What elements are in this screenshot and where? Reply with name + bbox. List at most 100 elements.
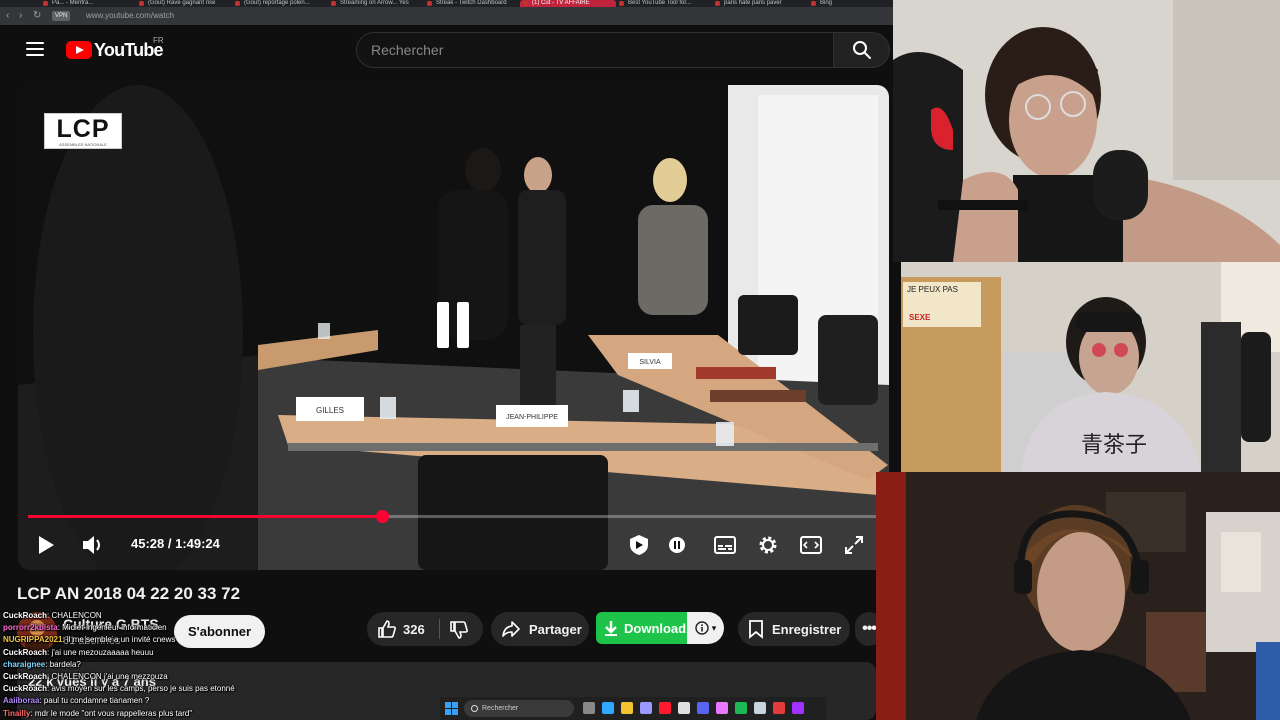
obs-icon[interactable] xyxy=(678,702,690,714)
address-bar: ‹ › ↻ VPN www.youtube.com/watch xyxy=(0,7,893,25)
autoplay-pause-icon xyxy=(669,537,685,553)
name-card-silvia: SILVIA xyxy=(639,359,661,366)
vpn-badge[interactable]: VPN xyxy=(52,11,71,21)
browser-tab[interactable]: paris hate paris paver xyxy=(712,0,808,7)
chat-username[interactable]: CuckRoach xyxy=(3,684,47,693)
browser-tab[interactable]: Best YouTube Tool for... xyxy=(616,0,712,7)
screen: Pa... - Mentra... (Gout) Rave gagnant ris… xyxy=(0,0,1280,720)
bookmark-icon xyxy=(749,620,763,639)
premiere-icon[interactable] xyxy=(640,702,652,714)
chat-message: Aaiiboraa: paul tu condamne tianamen ? xyxy=(3,696,150,706)
subtitles-button[interactable] xyxy=(712,531,738,559)
chat-message: CuckRoach: CHALENCON j'ai une mezzouza xyxy=(3,672,168,682)
download-button[interactable]: Download xyxy=(596,612,687,644)
chat-message: porrorr2kbista: Midlet-ingénieur informa… xyxy=(3,623,167,633)
reload-icon[interactable]: ↻ xyxy=(33,10,41,22)
discord-icon[interactable] xyxy=(697,702,709,714)
browser-tab[interactable]: (1) Cut - TV AFFAIRE xyxy=(520,0,616,7)
pause-indicator-icon[interactable] xyxy=(413,285,493,365)
svg-text:JE PEUX PAS: JE PEUX PAS xyxy=(907,285,958,294)
fullscreen-icon xyxy=(845,536,863,554)
like-dislike-group: 326 xyxy=(367,612,483,646)
more-horizontal-icon: ••• xyxy=(862,620,877,637)
chat-username[interactable]: NUGRIPPA2021 xyxy=(3,635,62,644)
search-button[interactable] xyxy=(833,32,890,68)
info-icon xyxy=(695,621,709,635)
save-button[interactable]: Enregistrer xyxy=(738,612,850,646)
back-icon[interactable]: ‹ xyxy=(6,10,9,22)
share-button[interactable]: Partager xyxy=(491,612,589,646)
spotify-icon[interactable] xyxy=(735,702,747,714)
chat-username[interactable]: porrorr2kbista xyxy=(3,623,58,632)
chat-text: avis moyen sur les camps, perso je suis … xyxy=(51,684,235,694)
progress-scrubber[interactable] xyxy=(376,510,389,523)
subtitles-icon xyxy=(714,536,736,554)
chat-username[interactable]: Aaiiboraa xyxy=(3,696,39,705)
share-arrow-icon xyxy=(502,621,520,637)
record-icon[interactable] xyxy=(773,702,785,714)
chat-username[interactable]: CuckRoach xyxy=(3,648,47,657)
taskbar-search[interactable]: Rechercher xyxy=(464,700,574,717)
forward-icon[interactable]: › xyxy=(19,10,22,22)
progress-played xyxy=(28,515,382,518)
file-explorer-icon[interactable] xyxy=(583,702,595,714)
like-count[interactable]: 326 xyxy=(403,622,425,637)
thumbs-up-icon[interactable] xyxy=(377,619,397,639)
download-options-button[interactable]: ▾ xyxy=(687,612,724,644)
url-text[interactable]: www.youtube.com/watch xyxy=(86,10,174,22)
sponsorblock-button[interactable] xyxy=(626,531,652,559)
premiere2-icon[interactable] xyxy=(716,702,728,714)
photoshop-icon[interactable] xyxy=(602,702,614,714)
windows-taskbar: Rechercher xyxy=(440,697,826,720)
chevron-down-icon: ▾ xyxy=(711,622,717,633)
play-icon xyxy=(39,536,54,554)
chat-text: CHALENCON xyxy=(51,611,102,620)
webcam-streamer-1 xyxy=(893,0,1280,262)
browser-tab[interactable]: (Gout) Rave gagnant rise xyxy=(136,0,232,7)
browser-tab[interactable]: Streaming on Arrow... Yes xyxy=(328,0,424,7)
youtube-header: YouTube FR xyxy=(0,25,893,80)
browser-tab[interactable]: Bing xyxy=(808,0,893,7)
svg-text:SEXE: SEXE xyxy=(909,313,931,322)
download-arrow-icon xyxy=(605,621,617,636)
theater-mode-icon xyxy=(800,536,822,554)
opera-icon[interactable] xyxy=(659,702,671,714)
video-title: LCP AN 2018 04 22 20 33 72 xyxy=(17,584,241,603)
youtube-logo[interactable]: YouTube FR xyxy=(66,36,164,61)
windows-start-icon[interactable] xyxy=(445,702,458,715)
search-icon xyxy=(852,41,871,59)
chat-username[interactable]: Tinailly xyxy=(3,709,30,718)
chat-message: CuckRoach: avis moyen sur les camps, per… xyxy=(3,684,235,694)
chat-username[interactable]: CuckRoach xyxy=(3,611,47,620)
fullscreen-button[interactable] xyxy=(841,531,867,559)
chat-username[interactable]: CuckRoach xyxy=(3,672,47,681)
chat-text: CHALENCON j'ai une mezzouza xyxy=(51,672,168,682)
chat-username[interactable]: charaignee xyxy=(3,660,45,669)
menu-icon[interactable] xyxy=(26,42,44,56)
search-input[interactable] xyxy=(356,32,834,68)
chat-message: CuckRoach: CHALENCON xyxy=(3,611,102,620)
browser-tab[interactable]: Pa... - Mentra... xyxy=(40,0,136,7)
folder-icon[interactable] xyxy=(621,702,633,714)
browser-tab[interactable]: (Gout) reportage polen... xyxy=(232,0,328,7)
thumbs-down-icon[interactable] xyxy=(449,620,469,640)
chat-text: bardela? xyxy=(49,659,81,669)
play-button[interactable] xyxy=(34,531,58,559)
video-player[interactable]: GILLES JEAN-PHILIPPE SILVIA LCP ASSEMBLE… xyxy=(18,85,889,570)
progress-bar[interactable] xyxy=(28,510,879,523)
browser-tab-strip: Pa... - Mentra... (Gout) Rave gagnant ris… xyxy=(0,0,893,7)
browser-tab[interactable]: Streak - Twitch Dashboard xyxy=(424,0,520,7)
webcam-streamer-3 xyxy=(876,472,1280,720)
steam-icon[interactable] xyxy=(754,702,766,714)
autoplay-toggle[interactable] xyxy=(666,531,688,559)
gear-icon xyxy=(759,536,777,554)
chat-text: mdr le mode "ont vous rappelleras plus t… xyxy=(34,708,193,718)
theater-mode-button[interactable] xyxy=(798,531,824,559)
messenger-icon[interactable] xyxy=(792,702,804,714)
chat-text: Midlet-ingénieur informaticien xyxy=(62,623,167,633)
stream-chat-overlay: CuckRoach: CHALENCON porrorr2kbista: Midl… xyxy=(3,610,363,720)
region-code: FR xyxy=(153,36,164,45)
volume-button[interactable] xyxy=(80,531,106,559)
chat-text: paul tu condamne tianamen ? xyxy=(43,696,150,706)
settings-button[interactable] xyxy=(755,531,781,559)
